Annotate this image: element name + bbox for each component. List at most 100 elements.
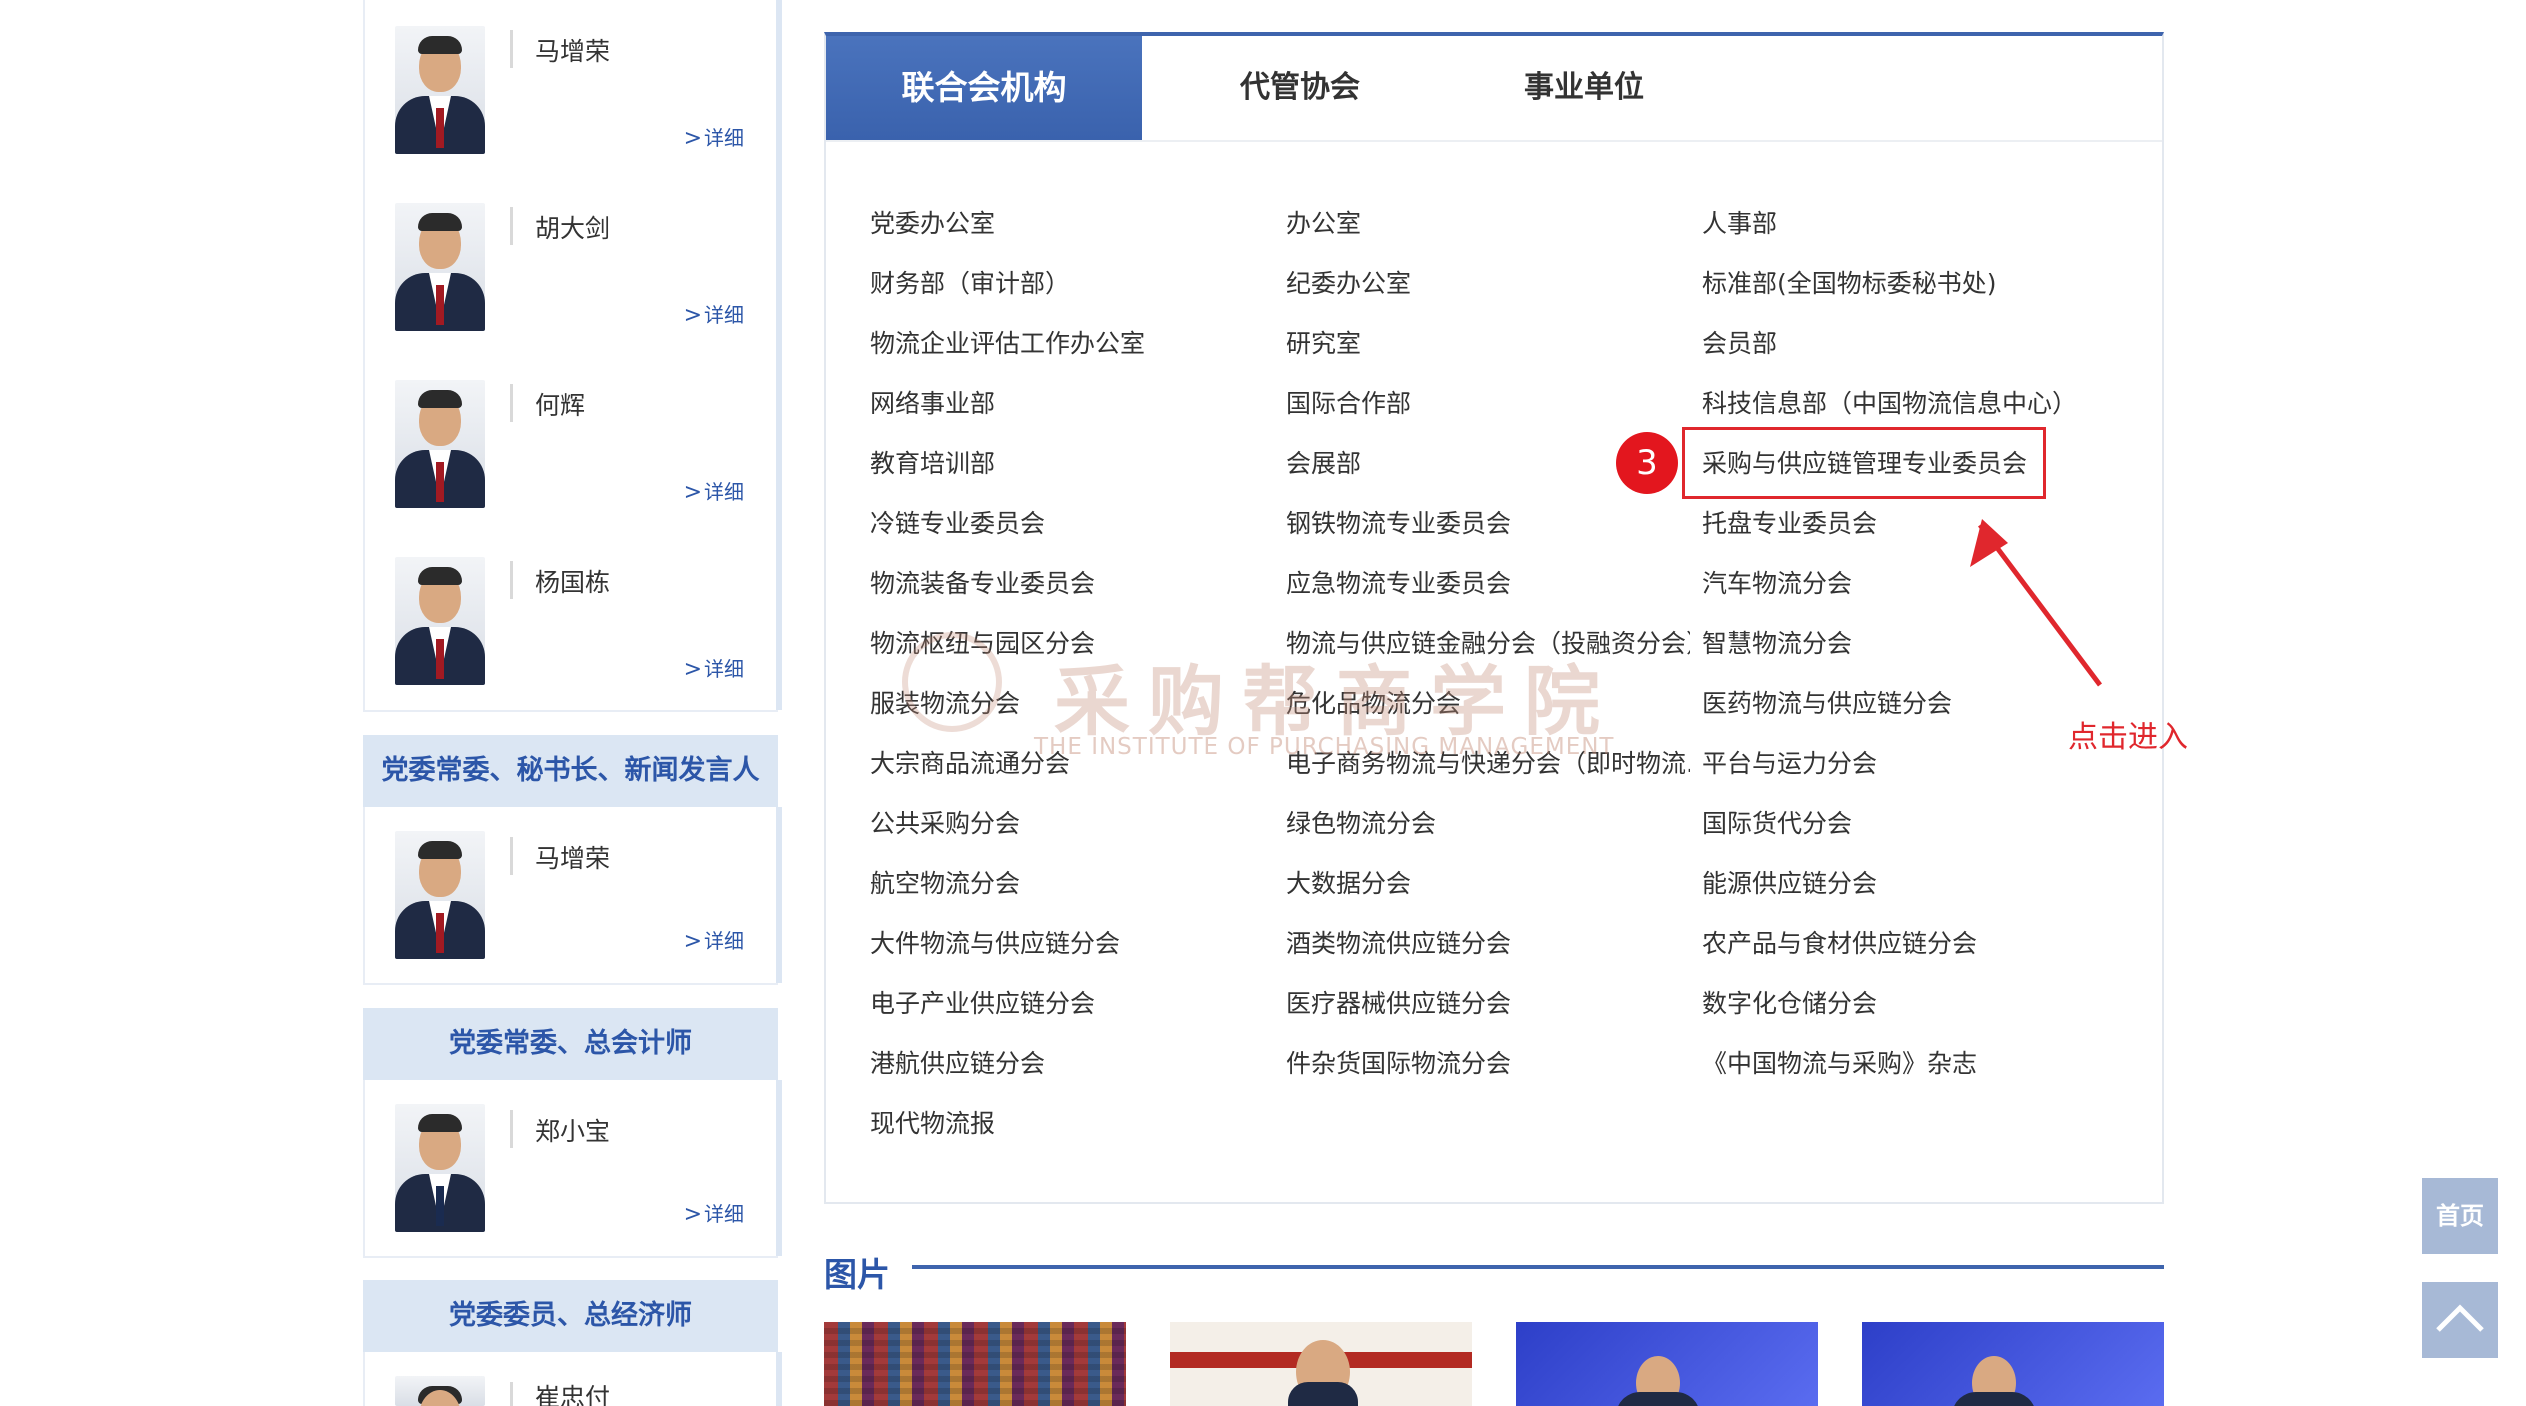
leader-photo <box>395 26 485 154</box>
image-thumbnail[interactable] <box>1862 1322 2164 1406</box>
detail-link[interactable]: > 详细 <box>684 1198 744 1227</box>
org-link[interactable]: 能源供应链分会 <box>1702 864 1877 900</box>
org-link[interactable]: 现代物流报 <box>870 1104 995 1140</box>
leader-name[interactable]: 崔忠付 <box>535 1378 610 1406</box>
org-link[interactable]: 医疗器械供应链分会 <box>1286 984 1511 1020</box>
leader-name[interactable]: 胡大剑 <box>535 209 610 245</box>
org-link[interactable]: 教育培训部 <box>870 444 995 480</box>
home-button[interactable]: 首页 <box>2422 1178 2498 1254</box>
org-link[interactable]: 纪委办公室 <box>1286 264 1411 300</box>
section-title-economist: 党委委员、总经济师 <box>363 1280 778 1352</box>
leader-name[interactable]: 马增荣 <box>535 839 610 875</box>
org-link[interactable]: 《中国物流与采购》杂志 <box>1702 1044 1977 1080</box>
watermark-logo <box>902 632 1002 732</box>
detail-link[interactable]: > 详细 <box>684 122 744 151</box>
org-link[interactable]: 冷链专业委员会 <box>870 504 1045 540</box>
tab-bar: 联合会机构 代管协会 事业单位 <box>826 36 2162 142</box>
section-line <box>912 1265 2164 1269</box>
image-thumbnail[interactable] <box>1516 1322 1818 1406</box>
org-link[interactable]: 财务部（审计部） <box>870 264 1070 300</box>
divider <box>510 384 513 422</box>
leader-photo <box>395 1376 485 1406</box>
org-link[interactable]: 托盘专业委员会 <box>1702 504 1877 540</box>
divider <box>510 30 513 68</box>
org-link[interactable]: 智慧物流分会 <box>1702 624 1852 660</box>
divider <box>510 207 513 245</box>
detail-link[interactable]: > 详细 <box>684 476 744 505</box>
panel-edge <box>776 807 782 983</box>
watermark-subtext: THE INSTITUTE OF PURCHASING MANAGEMENT <box>1034 734 1615 760</box>
org-link[interactable]: 科技信息部（中国物流信息中心） <box>1702 384 2077 420</box>
org-link[interactable]: 研究室 <box>1286 324 1361 360</box>
leader-card: 马增荣 > 详细 <box>365 807 776 983</box>
chevron-right-icon: > <box>683 303 702 328</box>
leader-panel-economist: 崔忠付 <box>363 1352 782 1406</box>
chevron-right-icon: > <box>683 1202 702 1227</box>
leader-name[interactable]: 杨国栋 <box>535 563 610 599</box>
org-link[interactable]: 应急物流专业委员会 <box>1286 564 1511 600</box>
org-link[interactable]: 件杂货国际物流分会 <box>1286 1044 1511 1080</box>
divider <box>510 837 513 875</box>
image-thumbnail[interactable] <box>1170 1322 1472 1406</box>
leader-photo <box>395 380 485 508</box>
org-link[interactable]: 公共采购分会 <box>870 804 1020 840</box>
back-to-top-button[interactable] <box>2422 1282 2498 1358</box>
org-link[interactable]: 物流装备专业委员会 <box>870 564 1095 600</box>
org-link[interactable]: 会员部 <box>1702 324 1777 360</box>
step-badge: 3 <box>1616 432 1678 494</box>
org-link[interactable]: 港航供应链分会 <box>870 1044 1045 1080</box>
org-link[interactable]: 大数据分会 <box>1286 864 1411 900</box>
leader-card: 胡大剑 > 详细 <box>365 177 776 353</box>
detail-link[interactable]: > 详细 <box>684 299 744 328</box>
leader-name[interactable]: 何辉 <box>535 386 585 422</box>
org-link[interactable]: 医药物流与供应链分会 <box>1702 684 1952 720</box>
org-link[interactable]: 数字化仓储分会 <box>1702 984 1877 1020</box>
chevron-right-icon: > <box>683 929 702 954</box>
divider <box>510 561 513 599</box>
tab-public-institutions[interactable]: 事业单位 <box>1426 36 1742 140</box>
org-link[interactable]: 绿色物流分会 <box>1286 804 1436 840</box>
org-link[interactable]: 网络事业部 <box>870 384 995 420</box>
section-title-accountant: 党委常委、总会计师 <box>363 1008 778 1080</box>
tab-federation-orgs[interactable]: 联合会机构 <box>826 36 1142 140</box>
annotation-arrow <box>1970 519 2102 687</box>
leader-panel-accountant: 郑小宝 > 详细 <box>363 1080 782 1258</box>
org-link[interactable]: 国际货代分会 <box>1702 804 1852 840</box>
org-link[interactable]: 钢铁物流专业委员会 <box>1286 504 1511 540</box>
panel-edge <box>776 0 782 710</box>
org-link[interactable]: 物流企业评估工作办公室 <box>870 324 1145 360</box>
org-link[interactable]: 标准部(全国物标委秘书处) <box>1702 264 1997 300</box>
divider <box>510 1110 513 1148</box>
leader-name[interactable]: 马增荣 <box>535 32 610 68</box>
org-link[interactable]: 大件物流与供应链分会 <box>870 924 1120 960</box>
leader-card: 马增荣 > 详细 <box>365 0 776 176</box>
org-link[interactable]: 航空物流分会 <box>870 864 1020 900</box>
org-link[interactable]: 党委办公室 <box>870 204 995 240</box>
leader-photo <box>395 831 485 959</box>
org-link[interactable]: 办公室 <box>1286 204 1361 240</box>
org-link[interactable]: 人事部 <box>1702 204 1777 240</box>
org-link[interactable]: 平台与运力分会 <box>1702 744 1877 780</box>
detail-link[interactable]: > 详细 <box>684 925 744 954</box>
leader-name[interactable]: 郑小宝 <box>535 1112 610 1148</box>
leader-card: 杨国栋 > 详细 <box>365 531 776 707</box>
org-link[interactable]: 汽车物流分会 <box>1702 564 1852 600</box>
leader-card: 何辉 > 详细 <box>365 354 776 530</box>
leader-card: 郑小宝 > 详细 <box>365 1080 776 1256</box>
leader-photo <box>395 557 485 685</box>
tab-managed-associations[interactable]: 代管协会 <box>1142 36 1458 140</box>
panel-edge <box>776 1352 782 1406</box>
org-link[interactable]: 农产品与食材供应链分会 <box>1702 924 1977 960</box>
leader-panel-secretary: 马增荣 > 详细 <box>363 807 782 985</box>
org-link[interactable]: 酒类物流供应链分会 <box>1286 924 1511 960</box>
chevron-up-icon <box>2436 1304 2484 1332</box>
leader-photo <box>395 203 485 331</box>
detail-link[interactable]: > 详细 <box>684 653 744 682</box>
chevron-right-icon: > <box>683 126 702 151</box>
org-link[interactable]: 电子产业供应链分会 <box>870 984 1095 1020</box>
org-link[interactable]: 会展部 <box>1286 444 1361 480</box>
images-section-title: 图片 <box>824 1255 890 1294</box>
divider <box>510 1382 513 1406</box>
image-thumbnail[interactable] <box>824 1322 1126 1406</box>
org-link[interactable]: 国际合作部 <box>1286 384 1411 420</box>
